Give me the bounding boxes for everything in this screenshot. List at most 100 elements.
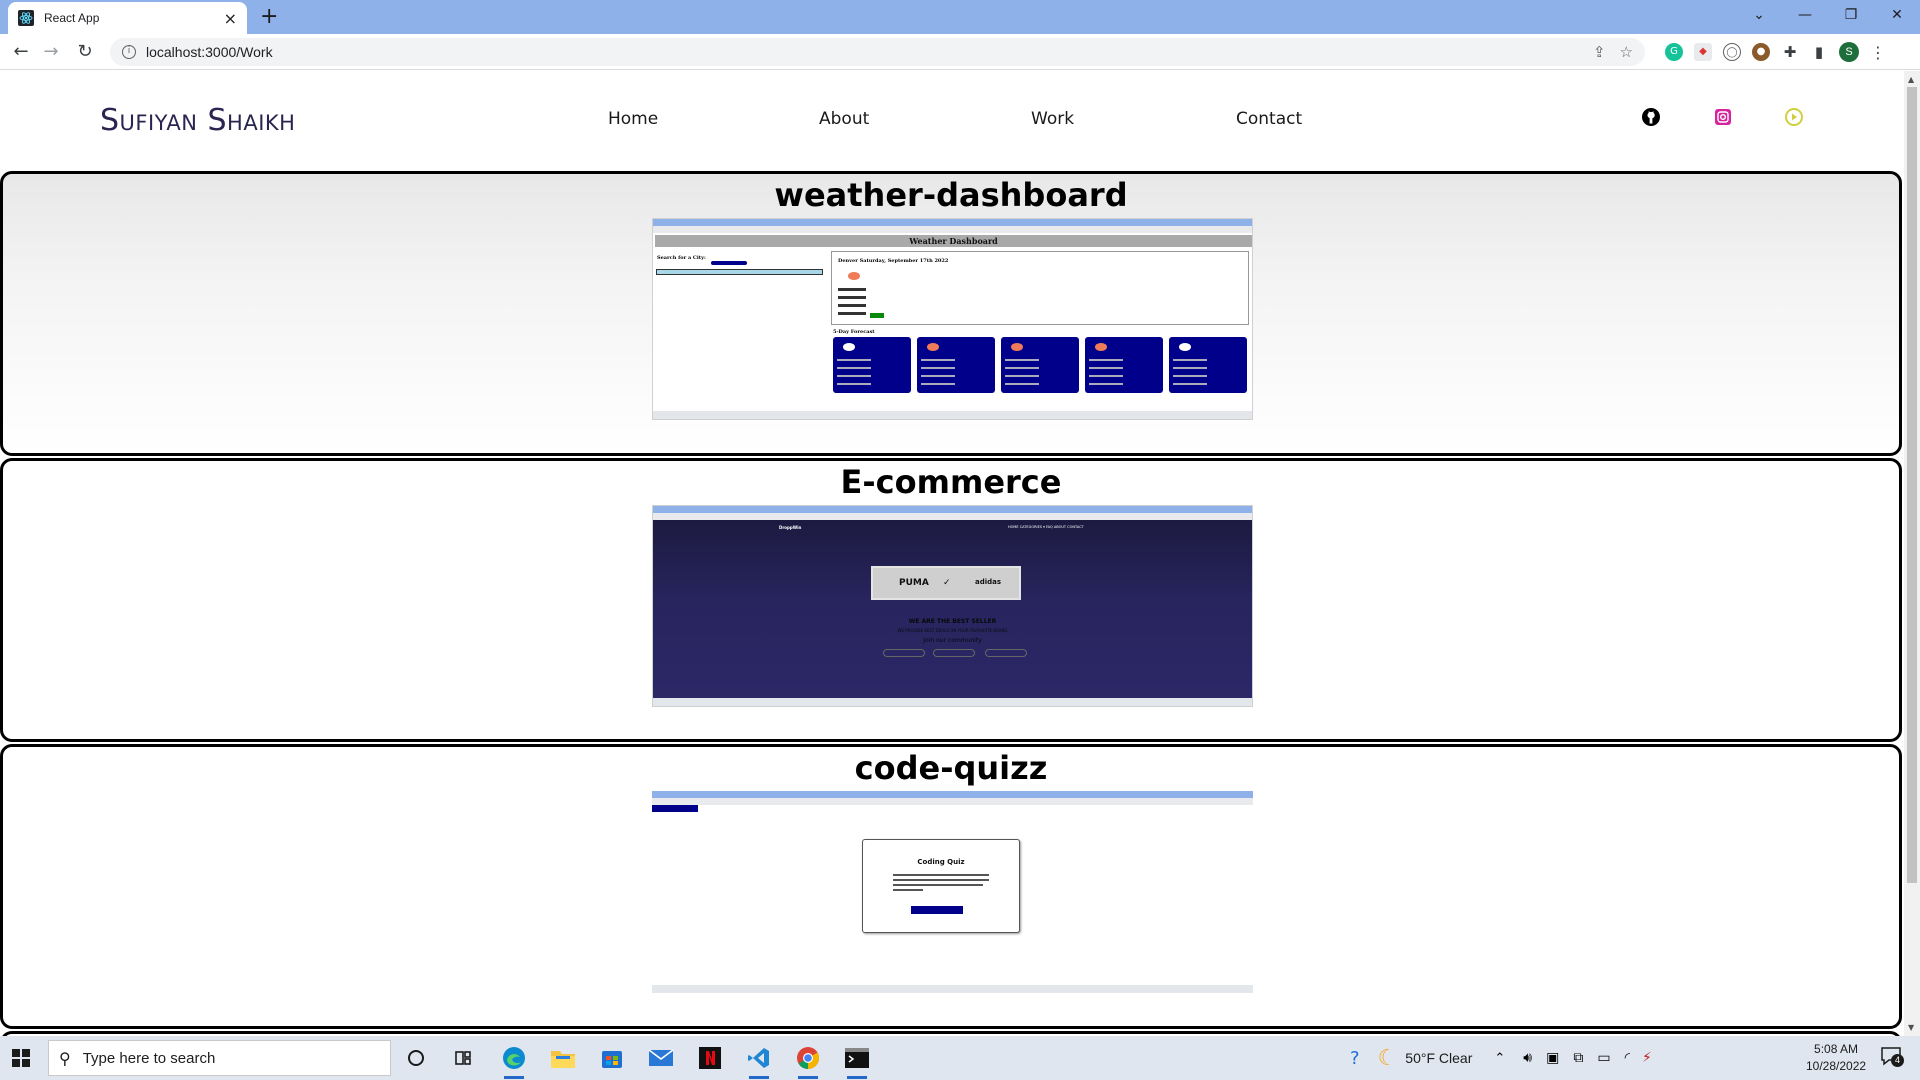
tab-title: React App [44, 11, 100, 25]
windows-start-icon[interactable] [12, 1049, 30, 1067]
tab-search-icon[interactable]: ⌄ [1736, 0, 1782, 30]
network-alert-icon[interactable]: ⚡ [1642, 1050, 1652, 1066]
sun-icon [927, 343, 939, 351]
ecommerce-brand: DroppWin [779, 525, 802, 530]
help-icon[interactable]: ? [1350, 1048, 1360, 1069]
meet-now-icon[interactable]: ▣ [1546, 1050, 1559, 1066]
microsoft-store-icon[interactable] [598, 1044, 626, 1072]
restore-button[interactable]: ❐ [1828, 0, 1874, 30]
windows-taskbar: ⚲ Type here to search ? ☾ 50°F Clear ⌃ 🔊… [0, 1036, 1920, 1080]
weather-search-button [711, 261, 747, 265]
extension-badge-icon[interactable]: ◆ [1694, 43, 1712, 61]
back-arrow-icon[interactable]: ← [8, 39, 34, 65]
site-header: Sufiyan Shaikh Home About Work Contact [0, 71, 1904, 171]
instagram-icon[interactable] [1713, 107, 1733, 127]
share-icon[interactable]: ⇪ [1593, 43, 1606, 61]
youtube-icon[interactable] [1784, 107, 1804, 127]
scrollbar-thumb[interactable] [1907, 87, 1917, 883]
cortana-icon[interactable] [402, 1044, 430, 1072]
weather-stats [838, 288, 868, 320]
new-tab-button[interactable]: + [260, 4, 278, 29]
side-panel-icon[interactable]: ▮ [1810, 43, 1828, 61]
taskbar-search-placeholder: Type here to search [82, 1049, 216, 1067]
netflix-icon[interactable] [696, 1044, 724, 1072]
ecommerce-pill-button [883, 649, 925, 657]
edge-icon[interactable] [500, 1044, 528, 1079]
forecast-label: 5-Day Forecast [833, 329, 875, 335]
volume-icon[interactable]: 🔊︎ [1523, 1050, 1532, 1066]
task-view-icon[interactable] [449, 1044, 477, 1072]
notification-count: 4 [1891, 1054, 1904, 1067]
chrome-icon[interactable] [794, 1044, 822, 1079]
taskbar-search-box[interactable]: ⚲ Type here to search [48, 1040, 391, 1076]
forward-arrow-icon[interactable]: → [38, 39, 64, 65]
ecommerce-heading: WE ARE THE BEST SELLER [908, 618, 997, 625]
tab-close-icon[interactable]: × [224, 9, 237, 28]
taskbar-clock[interactable]: 5:08 AM 10/28/2022 [1806, 1041, 1866, 1075]
project-card-ecommerce: E-commerce DroppWin HOME CATEGORIES ▾ FA… [0, 458, 1902, 742]
weather-search-label: Search for a City: [657, 255, 706, 261]
grammarly-icon[interactable]: G [1665, 43, 1683, 61]
cookie-icon[interactable]: ● [1752, 43, 1770, 61]
notification-icon[interactable]: 4 [1880, 1046, 1904, 1068]
battery-icon[interactable]: ▭ [1597, 1050, 1610, 1066]
mini-taskbar [653, 411, 1252, 419]
kebab-menu-icon[interactable]: ⋮ [1870, 43, 1886, 62]
weather-current-card: Denver Saturday, September 17th 2022 [831, 251, 1249, 325]
scroll-up-arrow-icon[interactable]: ▲ [1908, 75, 1914, 84]
weather-dashboard-screenshot[interactable]: Weather Dashboard Search for a City: Den… [652, 218, 1253, 420]
project-title: weather-dashboard [774, 176, 1128, 214]
sun-icon [848, 272, 860, 280]
quiz-highscore-button [652, 805, 698, 812]
page-viewport: Sufiyan Shaikh Home About Work Contact w… [0, 71, 1904, 1036]
project-card-weather: weather-dashboard Weather Dashboard Sear… [0, 171, 1902, 456]
nav-home[interactable]: Home [608, 109, 658, 129]
site-info-icon[interactable]: i [122, 45, 136, 59]
nav-work[interactable]: Work [1031, 109, 1074, 129]
url-text[interactable]: localhost:3000/Work [146, 44, 1579, 60]
wifi-icon[interactable]: ◜ [1625, 1050, 1630, 1066]
clock-date: 10/28/2022 [1806, 1059, 1867, 1073]
weather-status[interactable]: 50°F Clear [1405, 1050, 1472, 1066]
profile-avatar[interactable]: S [1839, 42, 1859, 62]
puma-logo: PUMA [899, 578, 929, 588]
page-scrollbar[interactable]: ▲ ▼ [1904, 71, 1920, 1036]
close-window-button[interactable]: ✕ [1874, 0, 1920, 30]
github-icon[interactable] [1641, 107, 1661, 127]
display-icon[interactable]: ⧉ [1573, 1050, 1583, 1066]
address-bar[interactable]: i localhost:3000/Work ⇪ ☆ [110, 38, 1645, 66]
browser-tab[interactable]: React App × [8, 2, 247, 34]
quiz-title: Coding Quiz [917, 858, 965, 866]
react-icon [18, 10, 34, 26]
ecommerce-pill-button [985, 649, 1027, 657]
mini-taskbar [652, 985, 1253, 993]
reload-icon[interactable]: ↻ [72, 39, 98, 65]
scroll-down-arrow-icon[interactable]: ▼ [1908, 1023, 1914, 1032]
quiz-start-button [911, 906, 963, 914]
terminal-icon[interactable] [843, 1044, 871, 1079]
chevron-up-icon[interactable]: ⌃ [1494, 1051, 1505, 1066]
system-tray: ? ☾ 50°F Clear ⌃ 🔊︎ ▣ ⧉ ▭ ◜ ⚡ [1350, 1036, 1652, 1080]
vscode-icon[interactable] [745, 1044, 773, 1079]
sun-icon [1011, 343, 1023, 351]
bookmark-star-icon[interactable]: ☆ [1620, 43, 1633, 61]
extensions-area: G ◆ ◯ ● ✚ ▮ S ⋮ [1665, 42, 1886, 62]
circle-extension-icon[interactable]: ◯ [1723, 43, 1741, 61]
mail-icon[interactable] [647, 1044, 675, 1072]
cloud-icon [843, 343, 855, 351]
nav-contact[interactable]: Contact [1236, 109, 1302, 129]
weather-header: Weather Dashboard [655, 235, 1252, 247]
nav-about[interactable]: About [819, 109, 869, 129]
brand-logos-banner: PUMA ✓ adidas [871, 566, 1021, 600]
mini-browser-chrome [653, 506, 1252, 520]
ecommerce-screenshot[interactable]: DroppWin HOME CATEGORIES ▾ FAQ ABOUT CON… [652, 505, 1253, 707]
window-controls: ⌄ — ❐ ✕ [1736, 0, 1920, 30]
puzzle-icon[interactable]: ✚ [1781, 43, 1799, 61]
forecast-card [1001, 337, 1079, 393]
file-explorer-icon[interactable] [549, 1044, 577, 1072]
adidas-logo: adidas [975, 578, 1002, 586]
moon-weather-icon[interactable]: ☾ [1378, 1046, 1398, 1071]
ecommerce-join: Join our community [923, 637, 982, 644]
minimize-button[interactable]: — [1782, 0, 1828, 30]
code-quiz-screenshot[interactable]: Coding Quiz [652, 791, 1253, 993]
